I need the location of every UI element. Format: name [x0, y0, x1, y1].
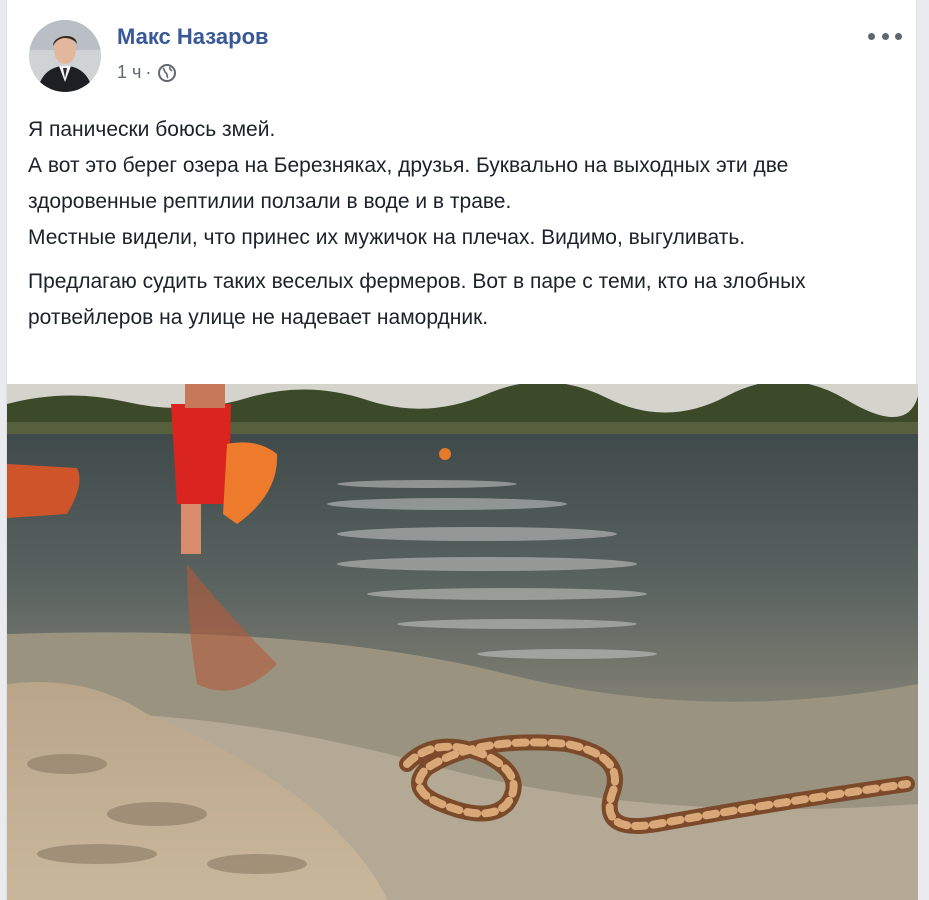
meta-separator: ·	[145, 62, 152, 82]
globe-icon[interactable]	[157, 63, 177, 83]
post-text: Я панически боюсь змей. А вот это берег …	[28, 112, 898, 344]
post-timestamp[interactable]: 1 ч	[117, 62, 141, 83]
post-photo[interactable]	[7, 384, 918, 900]
facebook-post: Макс Назаров 1 ч · Я панически боюсь зме…	[6, 0, 918, 900]
author-avatar[interactable]	[29, 20, 101, 92]
post-paragraph-2: Предлагаю судить таких веселых фермеров.…	[28, 270, 806, 329]
author-name[interactable]: Макс Назаров	[117, 24, 269, 50]
more-options-icon[interactable]	[868, 26, 902, 46]
post-meta: 1 ч ·	[117, 62, 177, 83]
post-paragraph-1: Я панически боюсь змей. А вот это берег …	[28, 118, 789, 249]
